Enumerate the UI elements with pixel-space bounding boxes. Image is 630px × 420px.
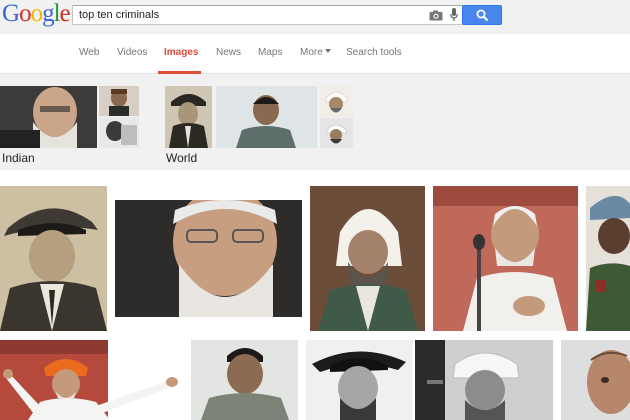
image-result[interactable] — [586, 186, 630, 331]
tab-maps[interactable]: Maps — [258, 47, 282, 58]
image-result[interactable] — [0, 340, 183, 420]
related-thumb-world-4[interactable] — [320, 118, 353, 148]
related-thumb-indian-1[interactable] — [0, 86, 97, 148]
logo-letter: o — [19, 0, 31, 27]
related-thumb-indian-2[interactable] — [99, 86, 139, 116]
image-result[interactable] — [310, 186, 425, 331]
related-category-indian[interactable]: Indian — [2, 151, 35, 165]
tab-images[interactable]: Images — [164, 47, 198, 58]
logo-letter: G — [2, 0, 20, 27]
image-result[interactable] — [433, 186, 578, 331]
search-query-text: top ten criminals — [79, 9, 160, 21]
tab-news[interactable]: News — [216, 47, 241, 58]
tab-more[interactable]: More — [300, 47, 331, 58]
microphone-icon[interactable] — [450, 8, 458, 22]
header-bar: Google top ten criminals — [0, 0, 630, 34]
search-nav-bar: Web Videos Images News Maps More Search … — [0, 34, 630, 74]
tab-web[interactable]: Web — [79, 47, 99, 58]
image-result[interactable] — [0, 186, 107, 331]
magnifier-icon — [476, 9, 489, 22]
related-thumb-indian-3[interactable] — [99, 117, 139, 148]
logo-letter: e — [59, 0, 71, 27]
camera-icon[interactable] — [429, 10, 443, 21]
image-result[interactable] — [415, 340, 553, 420]
image-result[interactable] — [115, 200, 302, 317]
logo-letter: g — [42, 0, 54, 27]
related-thumb-world-2[interactable] — [216, 86, 317, 148]
tab-more-label: More — [300, 47, 323, 58]
logo-letter: o — [30, 0, 43, 27]
related-category-world[interactable]: World — [166, 151, 197, 165]
image-result[interactable] — [191, 340, 298, 420]
tab-videos[interactable]: Videos — [117, 47, 147, 58]
related-thumb-world-3[interactable] — [320, 86, 353, 117]
caret-down-icon — [324, 49, 331, 53]
google-logo[interactable]: Google — [2, 0, 71, 28]
search-input[interactable]: top ten criminals — [72, 5, 464, 25]
related-thumb-world-1[interactable] — [165, 86, 212, 148]
tab-search-tools[interactable]: Search tools — [346, 47, 402, 58]
image-result[interactable] — [561, 340, 630, 420]
related-searches-strip: Indian World — [0, 74, 630, 170]
search-button[interactable] — [462, 5, 502, 25]
image-result[interactable] — [306, 340, 413, 420]
